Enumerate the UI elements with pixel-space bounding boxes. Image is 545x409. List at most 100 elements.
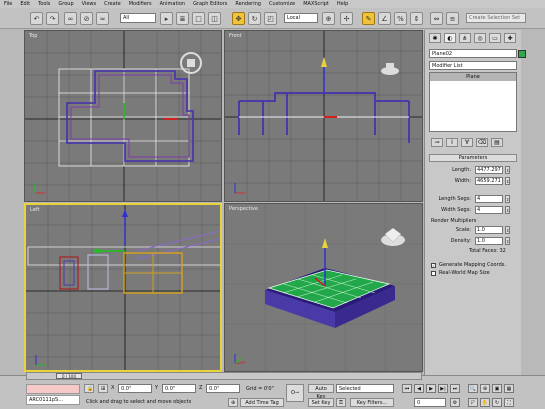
width-input[interactable]: 4659.271 — [475, 177, 503, 185]
reference-coordinate-dropdown[interactable]: Local — [284, 13, 318, 23]
menu-tools[interactable]: Tools — [38, 1, 50, 7]
zoom-all-icon[interactable]: ⊕ — [480, 384, 490, 393]
remove-modifier-icon[interactable]: ⌫ — [476, 138, 488, 147]
display-tab-icon[interactable]: ▭ — [489, 33, 501, 43]
width-segs-spinner-icon[interactable]: ⇕ — [505, 206, 510, 214]
pan-icon[interactable]: ✋ — [480, 398, 490, 407]
modifier-list-dropdown[interactable]: Modifier List — [429, 61, 517, 70]
angle-snap-icon[interactable]: ∠ — [378, 12, 391, 25]
add-time-tag-button[interactable]: Add Time Tag — [240, 398, 284, 407]
window-crossing-icon[interactable]: ◫ — [208, 12, 221, 25]
stack-item-plane[interactable]: Plane — [430, 73, 516, 81]
menu-customize[interactable]: Customize — [269, 1, 295, 7]
viewport-top[interactable]: Top — [24, 30, 222, 202]
show-end-result-icon[interactable]: Ⅰ — [446, 138, 458, 147]
menu-animation[interactable]: Animation — [160, 1, 186, 7]
time-tag-icon[interactable]: ⊕ — [228, 398, 238, 407]
menu-edit[interactable]: Edit — [20, 1, 30, 7]
zoom-extents-icon[interactable]: ▣ — [492, 384, 502, 393]
density-input[interactable]: 1.0 — [475, 237, 503, 245]
viewport-left[interactable]: Left — [24, 203, 222, 372]
zoom-icon[interactable]: 🔍 — [468, 384, 478, 393]
x-coordinate-field[interactable]: 0.0" — [118, 384, 152, 393]
rectangular-selection-icon[interactable]: □ — [192, 12, 205, 25]
previous-frame-icon[interactable]: ◀ — [414, 384, 424, 393]
maxscript-listener-input[interactable] — [26, 384, 80, 394]
key-icon[interactable]: ⚿ — [336, 398, 346, 407]
object-color-swatch[interactable] — [518, 50, 526, 58]
scale-input[interactable]: 1.0 — [475, 226, 503, 234]
select-and-rotate-icon[interactable]: ↻ — [248, 12, 261, 25]
key-set-dropdown[interactable]: Selected — [336, 384, 394, 393]
orbit-icon[interactable]: ↻ — [492, 398, 502, 407]
percent-snap-icon[interactable]: % — [394, 12, 407, 25]
time-slider-thumb[interactable]: 0 / 100 — [56, 373, 82, 379]
unlink-icon[interactable]: ⊘ — [80, 12, 93, 25]
menu-rendering[interactable]: Rendering — [235, 1, 261, 7]
select-by-name-icon[interactable]: ≣ — [176, 12, 189, 25]
key-filters-button[interactable]: Key Filters... — [350, 398, 394, 407]
generate-mapping-checkbox[interactable]: ✓ — [431, 262, 436, 268]
density-spinner-icon[interactable]: ⇕ — [505, 237, 510, 245]
menu-group[interactable]: Group — [58, 1, 73, 7]
maximize-viewport-icon[interactable]: ⛶ — [504, 398, 514, 407]
object-name-field[interactable]: Plane02 — [429, 49, 526, 58]
set-key-button[interactable]: Set Key — [308, 398, 334, 407]
pivot-center-icon[interactable]: ⊕ — [322, 12, 335, 25]
generate-mapping-row[interactable]: ✓ Generate Mapping Coords. — [431, 262, 515, 268]
menu-file[interactable]: File — [4, 1, 12, 7]
menu-views[interactable]: Views — [82, 1, 96, 7]
pin-stack-icon[interactable]: ⊸ — [431, 138, 443, 147]
modify-tab-icon[interactable]: ◐ — [444, 33, 456, 43]
configure-sets-icon[interactable]: ▤ — [491, 138, 503, 147]
motion-tab-icon[interactable]: ◎ — [474, 33, 486, 43]
menu-help[interactable]: Help — [337, 1, 348, 7]
menu-create[interactable]: Create — [104, 1, 121, 7]
select-object-icon[interactable]: ▸ — [160, 12, 173, 25]
real-world-checkbox[interactable] — [431, 270, 436, 276]
bind-space-warp-icon[interactable]: ≈ — [96, 12, 109, 25]
selection-filter-dropdown[interactable]: All — [120, 13, 156, 23]
mirror-icon[interactable]: ⇔ — [430, 12, 443, 25]
next-frame-icon[interactable]: ▶| — [438, 384, 448, 393]
auto-key-button[interactable]: Auto Key — [308, 384, 334, 400]
link-icon[interactable]: ∞ — [64, 12, 77, 25]
spinner-snap-icon[interactable]: ⇕ — [410, 12, 423, 25]
redo-icon[interactable]: ↷ — [46, 12, 59, 25]
undo-icon[interactable]: ↶ — [30, 12, 43, 25]
length-input[interactable]: 4477.297 — [475, 166, 503, 174]
z-coordinate-field[interactable]: 0.0" — [206, 384, 240, 393]
key-mode-icon[interactable]: O⊸ — [286, 384, 304, 402]
zoom-extents-all-icon[interactable]: ▦ — [504, 384, 514, 393]
lock-selection-icon[interactable]: 🔒 — [84, 384, 94, 393]
select-and-manipulate-icon[interactable]: ✢ — [340, 12, 353, 25]
menu-maxscript[interactable]: MAXScript — [303, 1, 329, 7]
play-icon[interactable]: ▶ — [426, 384, 436, 393]
width-spinner-icon[interactable]: ⇕ — [505, 177, 510, 185]
select-and-scale-icon[interactable]: ◰ — [264, 12, 277, 25]
absolute-mode-icon[interactable]: ⊞ — [98, 384, 108, 393]
create-tab-icon[interactable]: ✱ — [429, 33, 441, 43]
parameters-rollout-header[interactable]: Parameters — [429, 154, 517, 162]
menu-graph-editors[interactable]: Graph Editors — [193, 1, 227, 7]
align-icon[interactable]: ≡ — [446, 12, 459, 25]
length-segs-spinner-icon[interactable]: ⇕ — [505, 195, 510, 203]
viewport-front[interactable]: Front — [224, 30, 423, 202]
real-world-row[interactable]: Real-World Map Size — [431, 270, 515, 276]
time-slider[interactable]: 0 / 100 — [26, 372, 422, 380]
width-segs-input[interactable]: 4 — [475, 206, 503, 214]
field-of-view-icon[interactable]: ◸ — [468, 398, 478, 407]
length-spinner-icon[interactable]: ⇕ — [505, 166, 510, 174]
go-to-end-icon[interactable]: ⏭ — [450, 384, 460, 393]
length-segs-input[interactable]: 4 — [475, 195, 503, 203]
hierarchy-tab-icon[interactable]: ⋔ — [459, 33, 471, 43]
y-coordinate-field[interactable]: 0.0" — [162, 384, 196, 393]
maxscript-listener-output[interactable]: ARC0111pS... — [26, 395, 80, 405]
utilities-tab-icon[interactable]: ✚ — [504, 33, 516, 43]
current-frame-field[interactable]: 0 — [414, 398, 446, 407]
menu-modifiers[interactable]: Modifiers — [129, 1, 152, 7]
snaps-toggle-icon[interactable]: ✎ — [362, 12, 375, 25]
named-selection-field[interactable]: Create Selection Set — [466, 13, 526, 23]
select-and-move-icon[interactable]: ✥ — [232, 12, 245, 25]
scale-spinner-icon[interactable]: ⇕ — [505, 226, 510, 234]
